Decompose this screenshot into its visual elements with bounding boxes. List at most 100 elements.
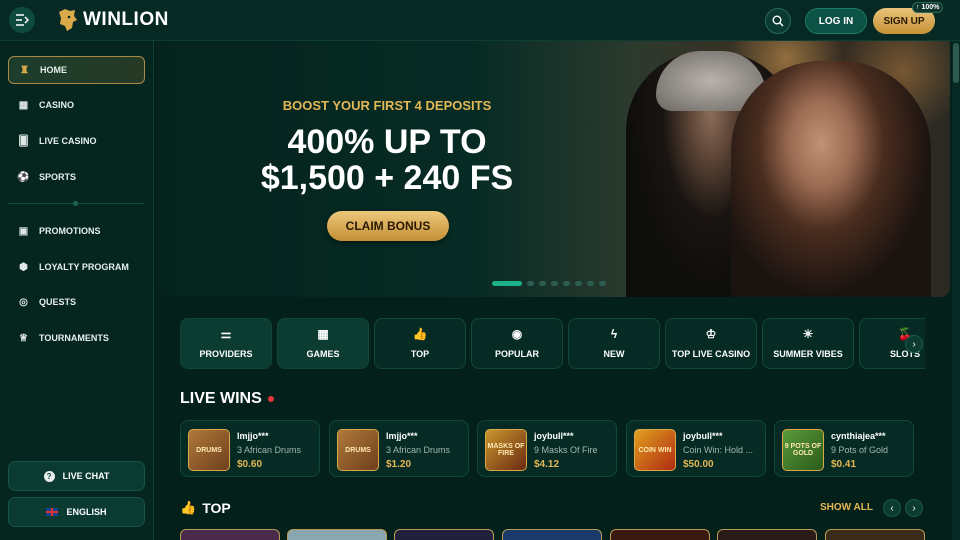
sidebar-item-label: LIVE CASINO — [39, 136, 97, 146]
live-chat-button[interactable]: ? LIVE CHAT — [8, 461, 145, 491]
game-card[interactable] — [502, 529, 602, 540]
grid-icon: ▦ — [18, 99, 29, 111]
game-card[interactable] — [825, 529, 925, 540]
category-top[interactable]: 👍 TOP — [374, 318, 466, 369]
sidebar-item-tournaments[interactable]: ♕ TOURNAMENTS — [8, 324, 145, 352]
sidebar-item-loyalty-program[interactable]: ⬢ LOYALTY PROGRAM — [8, 253, 145, 281]
category-next-arrow-icon[interactable]: › — [905, 335, 923, 353]
language-label: ENGLISH — [66, 507, 107, 517]
hero-title-line1: 400% UP TO — [287, 123, 487, 161]
category-providers[interactable]: ⚌ PROVIDERS — [180, 318, 272, 369]
category-strip: ⚌ PROVIDERS ▦ GAMES 👍 TOP ◉ POPULAR ϟ NE… — [180, 318, 925, 369]
scrollbar-thumb[interactable] — [953, 43, 959, 83]
ball-icon: ⚽ — [17, 171, 30, 183]
win-game: 9 Masks Of Fire — [534, 445, 598, 455]
chat-icon: ? — [43, 470, 55, 482]
game-card[interactable] — [287, 529, 387, 540]
category-new[interactable]: ϟ NEW — [568, 318, 660, 369]
game-thumbnail: 9 POTS OF GOLD — [782, 429, 824, 471]
carousel-dot[interactable] — [527, 281, 534, 286]
carousel-dot[interactable] — [551, 281, 558, 286]
carousel-dot[interactable] — [575, 281, 582, 286]
live-wins-title: LIVE WINS — [180, 390, 274, 408]
win-game: 3 African Drums — [386, 445, 451, 455]
sidebar-item-promotions[interactable]: ▣ PROMOTIONS — [8, 217, 145, 245]
category-label: GAMES — [306, 349, 340, 359]
game-thumbnail: MASKS OF FIRE — [485, 429, 527, 471]
hero-image-woman — [731, 61, 931, 297]
menu-toggle-icon[interactable] — [9, 7, 35, 33]
win-amount: $4.12 — [534, 459, 560, 470]
login-button[interactable]: LOG IN — [805, 8, 867, 34]
win-user: cynthiajea*** — [831, 431, 886, 441]
hero-banner[interactable]: BOOST YOUR FIRST 4 DEPOSITS 400% UP TO $… — [156, 41, 950, 297]
category-label: TOP — [410, 349, 430, 359]
carousel-dots — [492, 281, 606, 286]
game-thumbnail: DRUMS — [337, 429, 379, 471]
sidebar-item-sports[interactable]: ⚽ SPORTS — [8, 163, 145, 191]
category-top-live-casino[interactable]: ♔ TOP LIVE CASINO — [665, 318, 757, 369]
category-label: PROVIDERS — [199, 349, 253, 359]
category-label: SUMMER VIBES — [773, 349, 843, 359]
page-scrollbar[interactable] — [952, 41, 960, 540]
sidebar-item-label: LOYALTY PROGRAM — [39, 262, 129, 272]
sidebar: ♜ HOME ▦ CASINO 🂠 LIVE CASINO ⚽ SPORTS ▣… — [0, 41, 154, 540]
game-thumbnail: COIN WIN — [634, 429, 676, 471]
logo[interactable]: WINLION — [56, 8, 169, 32]
lion-logo-icon — [56, 8, 78, 32]
sidebar-item-label: PROMOTIONS — [39, 226, 101, 236]
top-label: TOP — [202, 500, 231, 516]
carousel-dot[interactable] — [492, 281, 522, 286]
chevron-left-icon[interactable]: ‹ — [883, 499, 901, 517]
live-win-card[interactable]: 9 POTS OF GOLD cynthiajea*** 9 Pots of G… — [774, 420, 914, 477]
live-wins-label: LIVE WINS — [180, 390, 262, 407]
search-icon[interactable] — [765, 8, 791, 34]
win-amount: $50.00 — [683, 459, 714, 470]
sidebar-item-quests[interactable]: ◎ QUESTS — [8, 288, 145, 316]
language-button[interactable]: ENGLISH — [8, 497, 145, 527]
sidebar-item-casino[interactable]: ▦ CASINO — [8, 91, 145, 119]
game-card[interactable] — [717, 529, 817, 540]
live-chat-label: LIVE CHAT — [62, 471, 110, 481]
show-all-link[interactable]: SHOW ALL — [820, 502, 873, 513]
target-icon: ◎ — [19, 296, 28, 308]
win-user: lmjjo*** — [386, 431, 418, 441]
category-games[interactable]: ▦ GAMES — [277, 318, 369, 369]
carousel-dot[interactable] — [539, 281, 546, 286]
win-user: lmjjo*** — [237, 431, 269, 441]
category-popular[interactable]: ◉ POPULAR — [471, 318, 563, 369]
top-section-title: 👍 TOP — [180, 500, 231, 516]
top-header: WINLION LOG IN SIGN UP ↑ 100% — [0, 0, 960, 41]
sidebar-item-home[interactable]: ♜ HOME — [8, 56, 145, 84]
carousel-dot[interactable] — [587, 281, 594, 286]
uk-flag-icon — [46, 508, 59, 516]
cards-icon: 🂠 — [18, 135, 29, 147]
sidebar-item-live-casino[interactable]: 🂠 LIVE CASINO — [8, 127, 145, 155]
sidebar-item-label: TOURNAMENTS — [39, 333, 109, 343]
hero-title-line2: $1,500 + 240 FS — [260, 159, 514, 197]
category-summer-vibes[interactable]: ☀ SUMMER VIBES — [762, 318, 854, 369]
game-thumbnail: DRUMS — [188, 429, 230, 471]
category-label: NEW — [603, 349, 625, 359]
live-win-card[interactable]: DRUMS lmjjo*** 3 African Drums $1.20 — [329, 420, 469, 477]
win-user: joybull*** — [534, 431, 574, 441]
game-card[interactable] — [610, 529, 710, 540]
live-win-card[interactable]: DRUMS lmjjo*** 3 African Drums $0.60 — [180, 420, 320, 477]
palm-icon: ☀ — [802, 327, 814, 341]
game-card[interactable] — [394, 529, 494, 540]
chevron-right-icon[interactable]: › — [905, 499, 923, 517]
carousel-dot[interactable] — [599, 281, 606, 286]
win-amount: $0.41 — [831, 459, 857, 470]
sidebar-item-label: SPORTS — [39, 172, 77, 182]
game-card[interactable] — [180, 529, 280, 540]
live-win-card[interactable]: COIN WIN joybull*** Coin Win: Hold ... $… — [626, 420, 766, 477]
claim-bonus-button[interactable]: CLAIM BONUS — [327, 211, 449, 241]
live-indicator-icon — [267, 396, 274, 402]
win-user: joybull*** — [683, 431, 723, 441]
carousel-dot[interactable] — [563, 281, 570, 286]
crown-icon: ♔ — [705, 327, 717, 341]
bonus-badge: ↑ 100% — [912, 2, 944, 13]
sliders-icon: ⚌ — [220, 327, 232, 341]
live-win-card[interactable]: MASKS OF FIRE joybull*** 9 Masks Of Fire… — [477, 420, 617, 477]
hero-title: 400% UP TO $1,500 + 240 FS — [156, 124, 618, 196]
